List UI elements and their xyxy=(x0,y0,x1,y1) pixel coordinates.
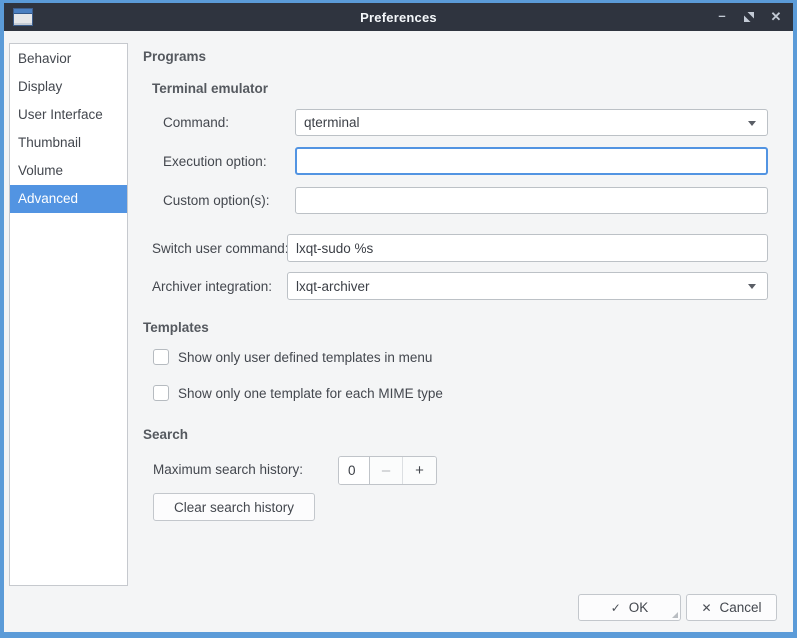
max-search-history-spinbox[interactable]: 0 – + xyxy=(338,456,437,485)
spinbox-decrement-button[interactable]: – xyxy=(370,457,403,484)
close-button[interactable]: ✕ xyxy=(769,10,783,24)
custom-options-input[interactable] xyxy=(295,187,768,214)
execution-option-input[interactable] xyxy=(295,147,768,175)
terminal-emulator-heading: Terminal emulator xyxy=(152,81,268,96)
sidebar-item-display[interactable]: Display xyxy=(10,73,127,101)
minimize-icon: – xyxy=(718,8,725,23)
one-template-per-mime-label[interactable]: Show only one template for each MIME typ… xyxy=(178,386,443,401)
dialog-body: Behavior Display User Interface Thumbnai… xyxy=(4,31,793,632)
clear-search-history-button[interactable]: Clear search history xyxy=(153,493,315,521)
execution-option-label: Execution option: xyxy=(163,154,267,169)
sidebar-item-behavior[interactable]: Behavior xyxy=(10,45,127,73)
max-search-history-value[interactable]: 0 xyxy=(339,457,370,484)
terminal-command-value: qterminal xyxy=(304,115,360,130)
sidebar-item-advanced[interactable]: Advanced xyxy=(10,185,127,213)
chevron-down-icon xyxy=(748,284,756,289)
terminal-command-combobox[interactable]: qterminal xyxy=(295,109,768,136)
window-title: Preferences xyxy=(360,10,437,25)
custom-options-label: Custom option(s): xyxy=(163,193,270,208)
category-list: Behavior Display User Interface Thumbnai… xyxy=(9,43,128,586)
show-user-templates-checkbox-row[interactable]: Show only user defined templates in menu xyxy=(153,349,432,365)
templates-heading: Templates xyxy=(143,320,209,335)
search-heading: Search xyxy=(143,427,188,442)
archiver-integration-combobox[interactable]: lxqt-archiver xyxy=(287,272,768,300)
check-icon: ✓ xyxy=(611,601,621,615)
max-search-history-label: Maximum search history: xyxy=(153,462,303,477)
archiver-integration-label: Archiver integration: xyxy=(152,279,272,294)
one-template-per-mime-checkbox-row[interactable]: Show only one template for each MIME typ… xyxy=(153,385,443,401)
cross-icon: ✕ xyxy=(701,601,711,615)
ok-button[interactable]: ✓ OK xyxy=(578,594,681,621)
titlebar[interactable]: Preferences – ✕ xyxy=(4,3,793,31)
chevron-down-icon xyxy=(748,121,756,126)
page-title: Programs xyxy=(143,49,206,64)
archiver-integration-value: lxqt-archiver xyxy=(296,279,370,294)
show-user-templates-label[interactable]: Show only user defined templates in menu xyxy=(178,350,432,365)
minimize-button[interactable]: – xyxy=(715,10,729,24)
window-app-icon xyxy=(13,8,33,26)
clear-search-history-label: Clear search history xyxy=(174,500,294,515)
close-icon: ✕ xyxy=(771,9,782,25)
preferences-window: Preferences – ✕ Behavior Display User In… xyxy=(0,0,797,638)
switch-user-command-input[interactable] xyxy=(287,234,768,262)
sidebar-item-thumbnail[interactable]: Thumbnail xyxy=(10,129,127,157)
checkbox-icon[interactable] xyxy=(153,349,169,365)
ok-button-label: OK xyxy=(629,600,649,615)
sidebar-item-volume[interactable]: Volume xyxy=(10,157,127,185)
window-controls: – ✕ xyxy=(715,3,783,31)
sidebar-item-user-interface[interactable]: User Interface xyxy=(10,101,127,129)
default-button-corner-mark xyxy=(672,612,678,618)
switch-user-command-label: Switch user command: xyxy=(152,241,289,256)
cancel-button[interactable]: ✕ Cancel xyxy=(686,594,777,621)
window-app-icon-titlebar xyxy=(14,9,32,14)
spinbox-increment-button[interactable]: + xyxy=(403,457,436,484)
checkbox-icon[interactable] xyxy=(153,385,169,401)
maximize-button[interactable] xyxy=(742,10,756,24)
cancel-button-label: Cancel xyxy=(720,600,762,615)
maximize-icon xyxy=(743,11,755,23)
command-label: Command: xyxy=(163,115,229,130)
